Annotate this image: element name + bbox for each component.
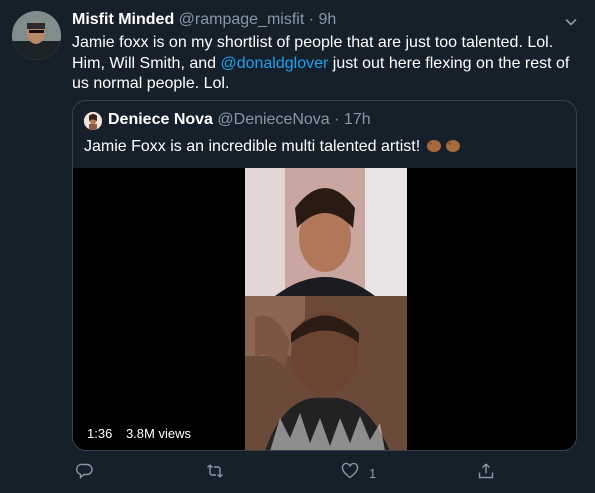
reply-button[interactable] xyxy=(76,462,94,484)
tweet-header: Misfit Minded @rampage_misfit · 9h xyxy=(72,11,575,33)
tweet-timestamp[interactable]: 9h xyxy=(319,11,337,28)
video-player[interactable]: 1:36 3.8M views xyxy=(73,168,576,450)
heart-icon xyxy=(341,462,359,485)
user-avatar[interactable] xyxy=(12,11,61,60)
video-thumbnail xyxy=(245,168,407,450)
quoted-user-handle[interactable]: @DenieceNova xyxy=(217,111,329,128)
user-handle[interactable]: @rampage_misfit xyxy=(179,11,305,28)
reply-icon xyxy=(76,462,94,485)
like-count: 1 xyxy=(369,465,377,481)
video-info: 1:36 3.8M views xyxy=(87,426,191,441)
clapping-hands-icon xyxy=(425,136,465,159)
tweet-actions: 1 xyxy=(72,462,577,484)
mention-link[interactable]: @donaldglover xyxy=(220,55,328,72)
display-name[interactable]: Misfit Minded xyxy=(72,11,174,28)
quoted-display-name[interactable]: Deniece Nova xyxy=(108,111,213,128)
tweet-text: Jamie foxx is on my shortlist of people … xyxy=(72,33,577,95)
video-views: 3.8M views xyxy=(125,426,191,441)
quoted-tweet-text: Jamie Foxx is an incredible multi talent… xyxy=(84,136,465,159)
chevron-down-icon[interactable] xyxy=(563,14,579,30)
video-duration: 1:36 xyxy=(87,426,113,441)
separator: · xyxy=(308,11,315,28)
share-icon xyxy=(477,462,495,485)
like-button[interactable]: 1 xyxy=(341,462,376,484)
retweet-button[interactable] xyxy=(206,462,224,484)
quoted-tweet-header: Deniece Nova @DenieceNova · 17h xyxy=(108,111,371,129)
quoted-tweet-text-content: Jamie Foxx is an incredible multi talent… xyxy=(84,138,421,155)
quoted-tweet[interactable]: Deniece Nova @DenieceNova · 17h Jamie Fo… xyxy=(72,100,577,451)
quoted-user-avatar[interactable] xyxy=(84,112,102,130)
retweet-icon xyxy=(206,462,224,485)
share-button[interactable] xyxy=(477,462,495,484)
tweet[interactable]: Misfit Minded @rampage_misfit · 9h Jamie… xyxy=(0,0,595,493)
quoted-tweet-timestamp[interactable]: 17h xyxy=(344,111,371,128)
separator: · xyxy=(334,111,340,128)
